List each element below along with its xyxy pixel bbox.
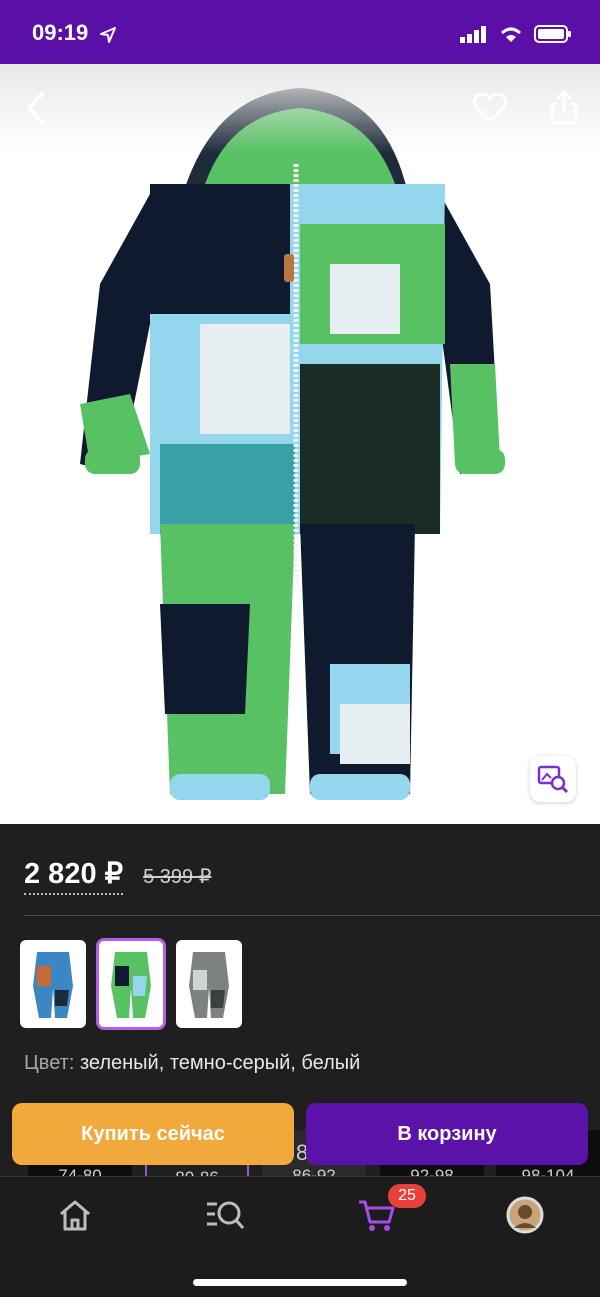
- back-button[interactable]: [14, 86, 58, 130]
- tab-profile[interactable]: [505, 1195, 545, 1235]
- image-search-button[interactable]: [530, 756, 576, 802]
- price-row: 2 820 ₽ 5 399 ₽: [24, 856, 211, 895]
- color-thumb-blue[interactable]: [20, 940, 86, 1028]
- color-thumbnails: [20, 938, 242, 1030]
- status-time: 09:19: [32, 20, 89, 45]
- chevron-left-icon: [27, 92, 44, 124]
- favorite-button[interactable]: [468, 86, 512, 130]
- color-value: зеленый, темно-серый, белый: [79, 1052, 361, 1074]
- cart-icon: [359, 1200, 395, 1231]
- status-icons: [460, 24, 572, 44]
- divider: [24, 915, 600, 916]
- tab-home[interactable]: [55, 1195, 95, 1235]
- image-search-icon: [537, 765, 569, 794]
- color-line: Цвет: зеленый, темно-серый, белый: [24, 1052, 360, 1075]
- overall-illustration: [80, 88, 505, 800]
- cart-count-badge: 25: [388, 1184, 426, 1208]
- color-thumb-green[interactable]: [96, 938, 166, 1030]
- buy-now-button[interactable]: Купить сейчас: [12, 1103, 294, 1165]
- tab-catalog[interactable]: [205, 1195, 245, 1235]
- home-indicator: [193, 1279, 407, 1286]
- color-label: Цвет:: [24, 1052, 75, 1074]
- status-bar: 09:19: [0, 0, 600, 64]
- wifi-icon: [501, 27, 521, 42]
- thumb-overall-blue: [33, 952, 73, 1018]
- thumb-overall-grey: [189, 952, 229, 1018]
- catalog-search-icon: [207, 1201, 245, 1229]
- heart-icon: [472, 92, 508, 123]
- share-button[interactable]: [542, 86, 586, 130]
- avatar: [506, 1196, 544, 1234]
- add-to-cart-button[interactable]: В корзину: [306, 1103, 588, 1165]
- signal-icon: [460, 26, 486, 43]
- location-arrow-icon: [100, 27, 116, 43]
- battery-icon: [534, 25, 571, 43]
- product-image[interactable]: [0, 64, 600, 824]
- color-thumb-grey[interactable]: [176, 940, 242, 1028]
- price-old: 5 399 ₽: [143, 866, 212, 888]
- home-icon: [60, 1200, 90, 1231]
- share-icon: [550, 90, 578, 125]
- thumb-overall-green: [111, 952, 151, 1018]
- price-current[interactable]: 2 820 ₽: [24, 856, 124, 895]
